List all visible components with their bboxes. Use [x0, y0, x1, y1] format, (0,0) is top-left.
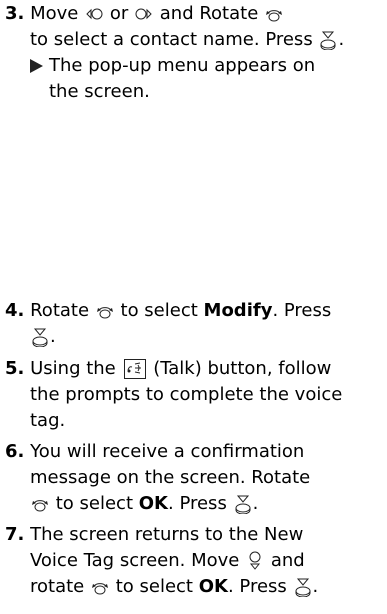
step-text: . [338, 29, 345, 50]
step-5-line-2: the prompts to complete the voice [5, 382, 387, 408]
press-icon [319, 30, 337, 50]
step-3-result-line-2: the screen. [5, 79, 387, 105]
step-6: 6. You will receive a confirmation messa… [5, 439, 387, 517]
result-text: The pop-up menu appears on [49, 55, 316, 76]
step-text: You will receive a confirmation [30, 441, 305, 462]
bold-term: OK [138, 493, 168, 514]
step-text: rotate [30, 576, 85, 597]
press-icon [234, 494, 252, 514]
step-text: the prompts to complete the voice [30, 384, 343, 405]
step-text: . Press [227, 576, 287, 597]
step-3-line-2: to select a contact name. Press . [5, 27, 387, 53]
step-5-line-3: tag. [5, 408, 387, 434]
move-down-icon [246, 551, 264, 571]
step-7: 7. The screen returns to the New Voice T… [5, 522, 387, 600]
step-text: Using the [30, 358, 116, 379]
step-4-line-1: 4. Rotate to select Modify. Press [5, 298, 387, 324]
result-arrow-icon [30, 59, 43, 73]
step-text: (Talk) button, follow [153, 358, 332, 379]
step-text: . Press [168, 493, 227, 514]
step-text: to select a contact name. Press [30, 29, 313, 50]
step-5-line-1: 5. Using the (Talk) button, follow [5, 356, 387, 382]
step-3-line-1: 3. Move or and Rotate [5, 1, 387, 27]
move-left-icon [85, 4, 103, 24]
step-6-line-2: message on the screen. Rotate [5, 465, 387, 491]
rotate-icon [31, 494, 49, 514]
step-text: . [312, 576, 319, 597]
step-text: Move [30, 3, 79, 24]
press-icon [294, 577, 312, 597]
step-text: . [252, 493, 259, 514]
result-text: the screen. [49, 81, 150, 102]
step-3-result-line-1: The pop-up menu appears on [5, 53, 387, 79]
step-number: 6. [5, 441, 25, 462]
step-number: 4. [5, 300, 25, 321]
talk-button-icon [123, 359, 146, 379]
rotate-icon [96, 301, 114, 321]
rotate-icon [91, 577, 109, 597]
step-4-line-2: . [5, 324, 387, 350]
rotate-icon [265, 4, 283, 24]
step-number: 5. [5, 358, 25, 379]
step-text: . Press [272, 300, 332, 321]
step-text: . [50, 326, 56, 347]
bold-term: OK [198, 576, 228, 597]
step-6-line-1: 6. You will receive a confirmation [5, 439, 387, 465]
step-7-line-2: Voice Tag screen. Move and [5, 548, 387, 574]
step-number: 7. [5, 524, 25, 545]
step-number: 3. [5, 3, 25, 24]
move-right-icon [135, 4, 153, 24]
step-text: Rotate [30, 300, 90, 321]
step-text: or [109, 3, 129, 24]
step-text: Voice Tag screen. Move [30, 550, 240, 571]
press-icon [31, 327, 49, 347]
step-text: to select [115, 576, 193, 597]
step-6-line-3: to select OK. Press . [5, 491, 387, 517]
step-3: 3. Move or and Rotate to select a contac… [5, 1, 387, 105]
bold-term: Modify [203, 300, 273, 321]
step-text: message on the screen. Rotate [30, 467, 311, 488]
step-4: 4. Rotate to select Modify. Press . [5, 298, 387, 350]
step-text: The screen returns to the New [30, 524, 304, 545]
step-7-line-1: 7. The screen returns to the New [5, 522, 387, 548]
step-text: to select [120, 300, 198, 321]
step-text: to select [55, 493, 134, 514]
step-text: tag. [30, 410, 66, 431]
step-7-line-3: rotate to select OK. Press . [5, 574, 387, 600]
step-5: 5. Using the (Talk) button, follow the p… [5, 356, 387, 434]
step-text: and [270, 550, 305, 571]
step-text: and Rotate [159, 3, 259, 24]
